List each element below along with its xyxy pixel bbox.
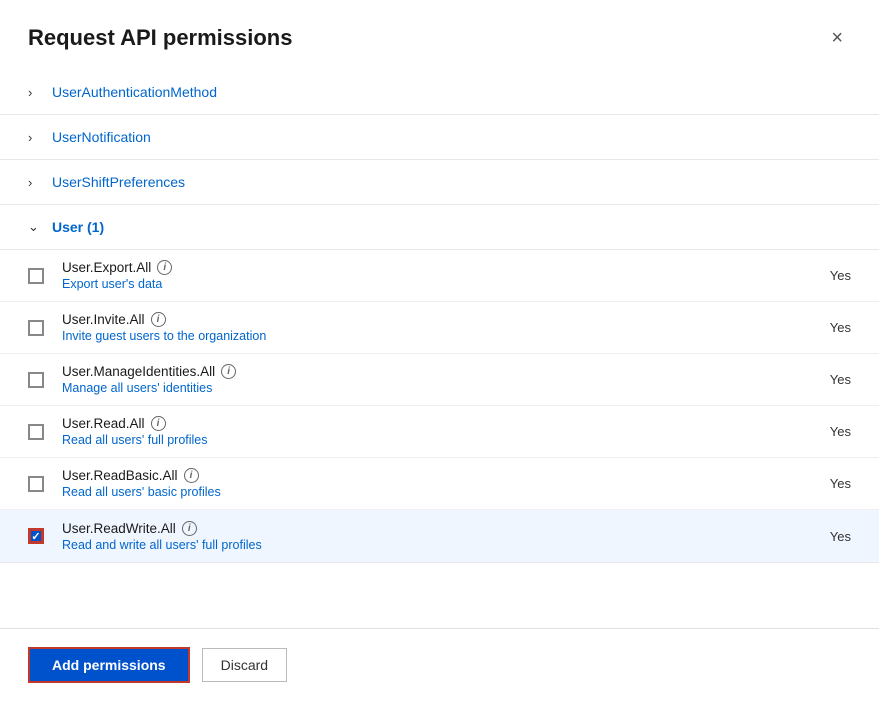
- perm-row-User.ManageIdentities.All: User.ManageIdentities.All i Manage all u…: [0, 354, 879, 406]
- info-icon-User.Export.All[interactable]: i: [157, 260, 172, 275]
- permissions-list: User.Export.All i Export user's data Yes…: [0, 250, 879, 563]
- perm-row-User.ReadBasic.All: User.ReadBasic.All i Read all users' bas…: [0, 458, 879, 510]
- perm-name-User.ManageIdentities.All: User.ManageIdentities.All i: [62, 364, 791, 379]
- section-UserNotification[interactable]: › UserNotification: [0, 115, 879, 160]
- perm-desc-User.ReadBasic.All: Read all users' basic profiles: [62, 485, 791, 499]
- perm-desc-User.ManageIdentities.All: Manage all users' identities: [62, 381, 791, 395]
- chevron-right-icon: ›: [28, 175, 42, 190]
- perm-info-User.ManageIdentities.All: User.ManageIdentities.All i Manage all u…: [62, 364, 791, 395]
- perm-admin-User.Export.All: Yes: [791, 268, 851, 283]
- perm-row-User.ReadWrite.All: User.ReadWrite.All i Read and write all …: [0, 510, 879, 562]
- request-api-permissions-dialog: Request API permissions × › UserAuthenti…: [0, 0, 879, 701]
- perm-desc-User.Invite.All: Invite guest users to the organization: [62, 329, 791, 343]
- perm-checkbox-User.Export.All[interactable]: [28, 268, 44, 284]
- dialog-content: › UserAuthenticationMethod › UserNotific…: [0, 70, 879, 628]
- dialog-footer: Add permissions Discard: [0, 628, 879, 701]
- perm-checkbox-User.Invite.All[interactable]: [28, 320, 44, 336]
- chevron-down-icon: ⌄: [28, 219, 42, 235]
- perm-checkbox-User.Read.All[interactable]: [28, 424, 44, 440]
- perm-info-User.Export.All: User.Export.All i Export user's data: [62, 260, 791, 291]
- perm-info-User.ReadBasic.All: User.ReadBasic.All i Read all users' bas…: [62, 468, 791, 499]
- section-label-User: User (1): [52, 219, 104, 235]
- perm-admin-User.ReadWrite.All: Yes: [791, 529, 851, 544]
- perm-name-User.ReadWrite.All: User.ReadWrite.All i: [62, 521, 791, 536]
- perm-row-User.Read.All: User.Read.All i Read all users' full pro…: [0, 406, 879, 458]
- perm-info-User.ReadWrite.All: User.ReadWrite.All i Read and write all …: [62, 521, 791, 552]
- perm-row-User.Invite.All: User.Invite.All i Invite guest users to …: [0, 302, 879, 354]
- dialog-header: Request API permissions ×: [0, 0, 879, 70]
- section-UserAuthenticationMethod[interactable]: › UserAuthenticationMethod: [0, 70, 879, 115]
- perm-admin-User.ReadBasic.All: Yes: [791, 476, 851, 491]
- perm-desc-User.Read.All: Read all users' full profiles: [62, 433, 791, 447]
- perm-info-User.Invite.All: User.Invite.All i Invite guest users to …: [62, 312, 791, 343]
- discard-button[interactable]: Discard: [202, 648, 287, 682]
- info-icon-User.ReadBasic.All[interactable]: i: [184, 468, 199, 483]
- section-User-expanded[interactable]: ⌄ User (1): [0, 205, 879, 250]
- perm-name-User.Invite.All: User.Invite.All i: [62, 312, 791, 327]
- perm-name-User.Read.All: User.Read.All i: [62, 416, 791, 431]
- info-icon-User.ReadWrite.All[interactable]: i: [182, 521, 197, 536]
- perm-checkbox-User.ManageIdentities.All[interactable]: [28, 372, 44, 388]
- perm-info-User.Read.All: User.Read.All i Read all users' full pro…: [62, 416, 791, 447]
- perm-desc-User.Export.All: Export user's data: [62, 277, 791, 291]
- perm-admin-User.Invite.All: Yes: [791, 320, 851, 335]
- info-icon-User.Read.All[interactable]: i: [151, 416, 166, 431]
- add-permissions-button[interactable]: Add permissions: [28, 647, 190, 683]
- perm-desc-User.ReadWrite.All: Read and write all users' full profiles: [62, 538, 791, 552]
- section-label-UserNotification: UserNotification: [52, 129, 151, 145]
- perm-admin-User.Read.All: Yes: [791, 424, 851, 439]
- perm-name-User.Export.All: User.Export.All i: [62, 260, 791, 275]
- dialog-title: Request API permissions: [28, 25, 292, 51]
- close-button[interactable]: ×: [823, 24, 851, 52]
- perm-row-User.Export.All: User.Export.All i Export user's data Yes: [0, 250, 879, 302]
- perm-name-User.ReadBasic.All: User.ReadBasic.All i: [62, 468, 791, 483]
- section-UserShiftPreferences[interactable]: › UserShiftPreferences: [0, 160, 879, 205]
- perm-checkbox-User.ReadWrite.All[interactable]: [28, 528, 44, 544]
- info-icon-User.Invite.All[interactable]: i: [151, 312, 166, 327]
- section-label-UserShiftPreferences: UserShiftPreferences: [52, 174, 185, 190]
- chevron-right-icon: ›: [28, 85, 42, 100]
- perm-admin-User.ManageIdentities.All: Yes: [791, 372, 851, 387]
- info-icon-User.ManageIdentities.All[interactable]: i: [221, 364, 236, 379]
- perm-checkbox-User.ReadBasic.All[interactable]: [28, 476, 44, 492]
- section-label-UserAuthenticationMethod: UserAuthenticationMethod: [52, 84, 217, 100]
- chevron-right-icon: ›: [28, 130, 42, 145]
